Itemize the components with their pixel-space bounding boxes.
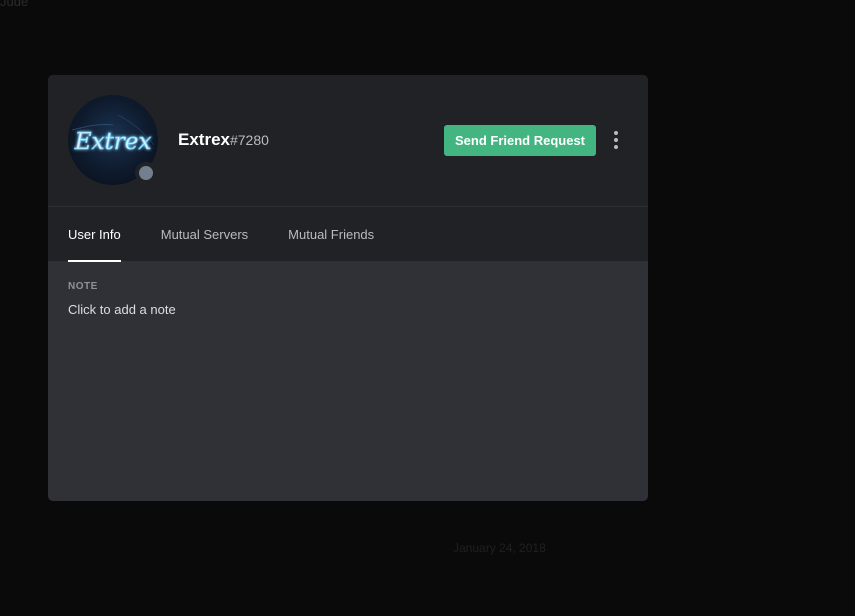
- tab-mutual-servers[interactable]: Mutual Servers: [161, 207, 248, 262]
- avatar-neon-text: Extrex: [74, 129, 152, 155]
- more-vertical-icon[interactable]: [608, 127, 624, 153]
- profile-header: Extrex Extrex #7280 Send Friend Request: [48, 75, 648, 206]
- discriminator: #7280: [229, 132, 269, 148]
- avatar[interactable]: Extrex: [68, 95, 158, 185]
- note-heading: NOTE: [68, 281, 98, 292]
- profile-body: NOTE Click to add a note: [48, 261, 648, 337]
- tab-user-info[interactable]: User Info: [68, 207, 121, 262]
- backdrop-top-text: Jude: [0, 0, 29, 9]
- offline-status-icon: [139, 166, 153, 180]
- user-profile-modal: Extrex Extrex #7280 Send Friend Request …: [48, 75, 648, 501]
- profile-tabs: User Info Mutual Servers Mutual Friends: [48, 206, 648, 262]
- send-friend-request-button[interactable]: Send Friend Request: [444, 125, 596, 156]
- tab-mutual-friends[interactable]: Mutual Friends: [288, 207, 374, 262]
- name-tag[interactable]: Extrex #7280: [178, 130, 269, 150]
- backdrop-date-divider: January 24, 2018: [453, 541, 546, 555]
- status-indicator: [135, 162, 157, 184]
- username: Extrex: [178, 130, 230, 149]
- note-input[interactable]: Click to add a note: [68, 302, 628, 317]
